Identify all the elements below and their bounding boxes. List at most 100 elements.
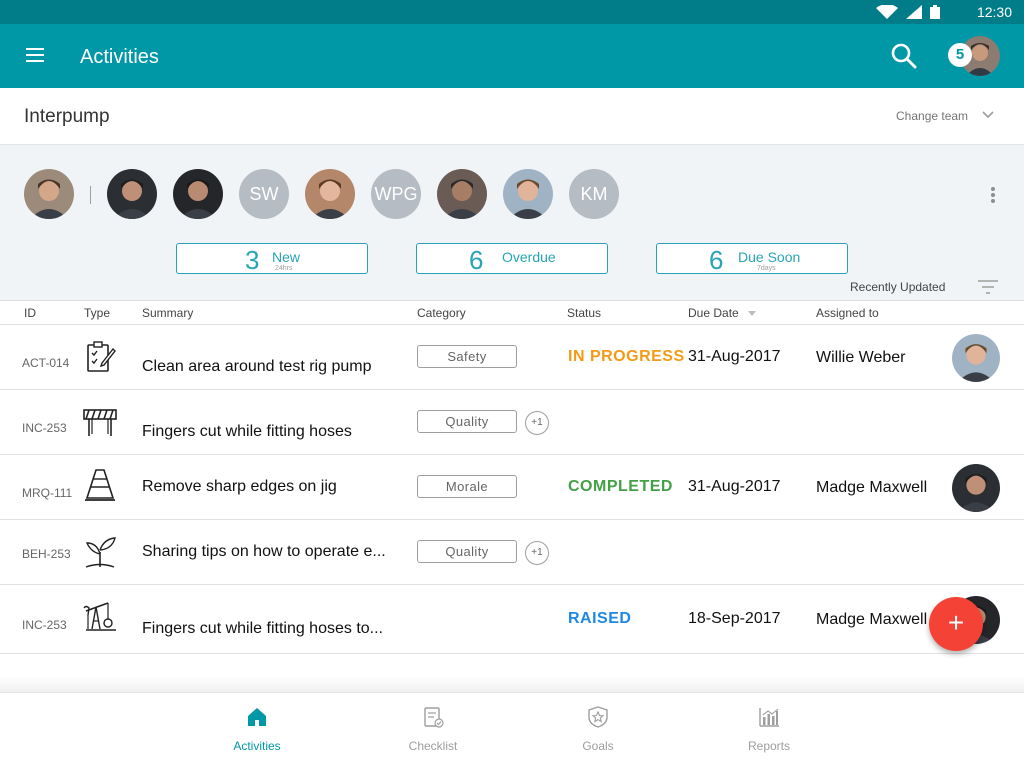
table-row[interactable]: BEH-253 Sharing tips on how to operate e.…: [0, 520, 1024, 585]
col-category[interactable]: Category: [417, 306, 466, 320]
activity-summary: Remove sharp edges on jig: [142, 478, 337, 495]
nav-shadow: [0, 676, 1024, 692]
page-title: Activities: [80, 46, 159, 68]
activity-id: BEH-253: [22, 547, 71, 561]
status-label: IN PROGRESS: [568, 348, 685, 365]
activity-id: INC-253: [22, 421, 67, 435]
cellular-signal-icon: [906, 5, 922, 19]
due-date: 31-Aug-2017: [688, 478, 781, 495]
member-avatar[interactable]: [107, 169, 157, 219]
member-avatar[interactable]: [173, 169, 223, 219]
checklist-icon: [87, 341, 116, 372]
chip-label: Overdue: [502, 249, 556, 265]
sort-label[interactable]: Recently Updated: [850, 280, 945, 294]
due-date: 18-Sep-2017: [688, 610, 781, 627]
table-row[interactable]: INC-253 Fingers cut while fitting hoses t…: [0, 585, 1024, 654]
chip-label: New: [272, 249, 301, 265]
battery-icon: [930, 5, 940, 19]
nav-label: Activities: [233, 739, 281, 753]
avatar-divider: [90, 186, 91, 204]
assignee-name: Madge Maxwell: [816, 611, 928, 628]
chip-count: 3: [245, 245, 260, 275]
more-categories-badge[interactable]: +1: [525, 411, 549, 435]
member-avatar[interactable]: [437, 169, 487, 219]
assignee-avatar[interactable]: [952, 464, 1000, 512]
nav-goals[interactable]: Goals: [543, 693, 653, 768]
activity-summary: Sharing tips on how to operate e...: [142, 543, 386, 560]
sort-desc-icon[interactable]: [748, 311, 756, 316]
status-label: RAISED: [568, 610, 632, 627]
col-id[interactable]: ID: [24, 306, 36, 320]
category-tag[interactable]: Quality: [417, 410, 517, 433]
search-icon[interactable]: [890, 42, 918, 70]
more-categories-badge[interactable]: +1: [525, 541, 549, 565]
home-icon: [248, 708, 266, 726]
activity-summary: Clean area around test rig pump: [142, 358, 372, 375]
due-date: 31-Aug-2017: [688, 348, 781, 365]
member-avatar[interactable]: [503, 169, 553, 219]
wifi-icon: [876, 5, 898, 19]
notification-badge[interactable]: 5: [948, 43, 972, 67]
change-team-button[interactable]: Change team: [896, 109, 968, 123]
pump-jack-icon: [83, 602, 116, 631]
assignee-name: Willie Weber: [816, 349, 906, 366]
member-avatar-initials[interactable]: WPG: [371, 169, 421, 219]
app-bar: Activities 5: [0, 24, 1024, 88]
activity-id: INC-253: [22, 618, 67, 632]
nav-label: Goals: [582, 739, 614, 753]
chip-sublabel: 24hrs: [275, 265, 293, 272]
category-tag[interactable]: Quality: [417, 540, 517, 563]
chip-label: Due Soon: [738, 249, 801, 265]
table-header: ID Type Summary Category Status Due Date…: [0, 300, 1024, 325]
member-avatar[interactable]: [305, 169, 355, 219]
chevron-down-icon[interactable]: [982, 110, 994, 120]
filter-icon[interactable]: [978, 280, 998, 294]
col-type[interactable]: Type: [84, 306, 110, 320]
status-label: COMPLETED: [568, 478, 673, 495]
activity-summary: Fingers cut while fitting hoses: [142, 423, 352, 440]
team-name: Interpump: [24, 106, 110, 127]
due-soon-chip[interactable]: 6 Due Soon 7days: [656, 243, 848, 275]
team-bar: Interpump Change team: [0, 88, 1024, 145]
cone-icon: [85, 469, 115, 501]
table-row[interactable]: MRQ-111 Remove sharp edges on jig Morale CO…: [0, 455, 1024, 520]
menu-button[interactable]: [24, 46, 48, 66]
add-activity-button[interactable]: +: [929, 597, 983, 651]
bottom-navigation: Activities Checklist Goals Reports: [0, 692, 1024, 768]
activity-id: ACT-014: [22, 356, 70, 370]
table-row[interactable]: ACT-014 Clean area around test rig pump Sa…: [0, 325, 1024, 390]
chip-sublabel: 7days: [757, 265, 776, 272]
assignee-avatar[interactable]: [952, 334, 1000, 382]
checklist-nav-icon: [424, 707, 444, 728]
chip-count: 6: [469, 245, 484, 275]
col-due-date[interactable]: Due Date: [688, 306, 739, 320]
nav-label: Reports: [747, 739, 791, 753]
assignee-name: Madge Maxwell: [816, 479, 928, 496]
sprout-icon: [85, 537, 116, 568]
nav-activities[interactable]: Activities: [202, 693, 312, 768]
nav-label: Checklist: [408, 739, 458, 753]
chip-count: 6: [709, 245, 724, 275]
nav-reports[interactable]: Reports: [714, 693, 824, 768]
shield-star-icon: [588, 706, 608, 728]
member-avatar[interactable]: [24, 169, 74, 219]
activity-id: MRQ-111: [22, 486, 73, 500]
category-tag[interactable]: Morale: [417, 475, 517, 498]
barrier-icon: [83, 409, 117, 436]
team-panel: SW WPG KM 3 New 24hrs 6 Overdue 6 Due Soon…: [0, 145, 1024, 300]
bar-chart-icon: [759, 708, 779, 727]
activity-summary: Fingers cut while fitting hoses to...: [142, 620, 383, 637]
col-assigned-to[interactable]: Assigned to: [816, 306, 879, 320]
overdue-chip[interactable]: 6 Overdue: [416, 243, 608, 275]
clock: 12:30: [976, 4, 1012, 20]
member-avatar-initials[interactable]: SW: [239, 169, 289, 219]
col-status[interactable]: Status: [567, 306, 601, 320]
new-chip[interactable]: 3 New 24hrs: [176, 243, 368, 275]
nav-checklist[interactable]: Checklist: [378, 693, 488, 768]
table-row[interactable]: INC-253 Fingers cut while fitting hoses Qu…: [0, 390, 1024, 455]
more-vert-icon[interactable]: [991, 186, 997, 204]
category-tag[interactable]: Safety: [417, 345, 517, 368]
col-summary[interactable]: Summary: [142, 306, 193, 320]
member-avatar-initials[interactable]: KM: [569, 169, 619, 219]
system-status-bar: 12:30: [0, 0, 1024, 24]
